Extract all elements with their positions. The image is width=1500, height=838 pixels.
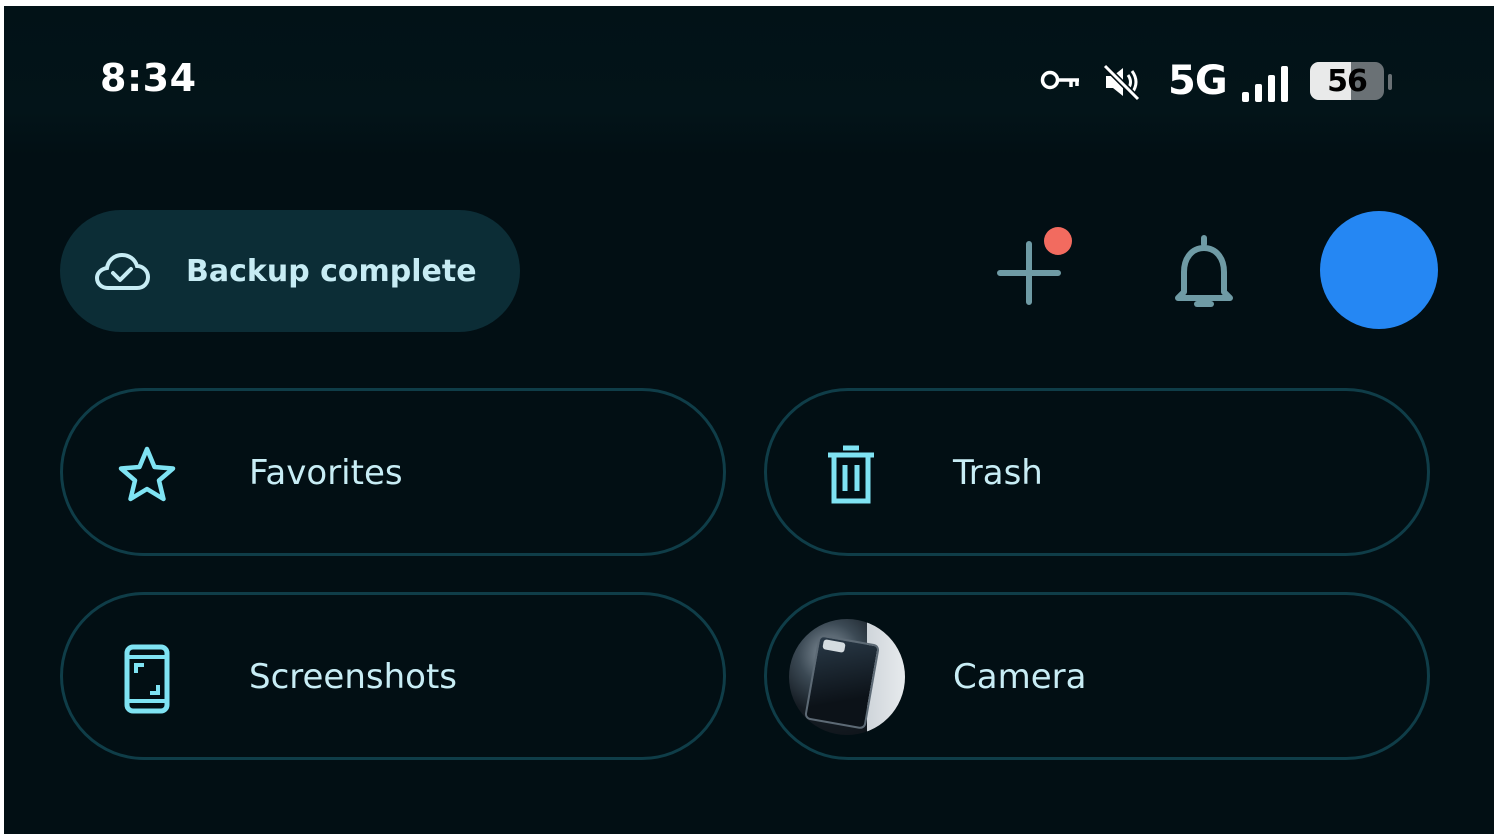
album-label: Trash xyxy=(953,453,1043,493)
status-time: 8:34 xyxy=(100,56,197,100)
trash-icon xyxy=(828,445,874,504)
notifications-button[interactable] xyxy=(1164,228,1244,318)
battery-percent: 56 xyxy=(1327,64,1368,99)
album-camera[interactable]: Camera xyxy=(764,592,1430,760)
star-icon xyxy=(118,446,176,502)
status-bar: 8:34 5G 56 xyxy=(4,6,1494,156)
notification-dot xyxy=(1044,227,1072,255)
battery-tip xyxy=(1388,74,1392,90)
battery-icon: 56 xyxy=(1310,62,1384,100)
album-trash[interactable]: Trash xyxy=(764,388,1430,556)
cloud-check-icon xyxy=(94,252,150,290)
album-label: Favorites xyxy=(249,453,403,493)
backup-status-chip[interactable]: Backup complete xyxy=(60,210,520,332)
camera-thumbnail xyxy=(789,619,905,735)
album-label: Camera xyxy=(953,657,1087,697)
account-avatar[interactable] xyxy=(1320,211,1438,329)
signal-icon xyxy=(1242,66,1288,102)
album-screenshots[interactable]: Screenshots xyxy=(60,592,726,760)
album-favorites[interactable]: Favorites xyxy=(60,388,726,556)
bell-icon xyxy=(1175,235,1233,307)
photos-screen: 8:34 5G 56 Backup complete Favorites Tra… xyxy=(4,6,1494,834)
phone-screenshot-icon xyxy=(124,644,170,714)
album-label: Screenshots xyxy=(249,657,458,697)
backup-label: Backup complete xyxy=(186,254,477,289)
network-type: 5G xyxy=(1168,58,1228,104)
vpn-key-icon xyxy=(1040,70,1079,90)
mute-icon xyxy=(1102,63,1141,102)
